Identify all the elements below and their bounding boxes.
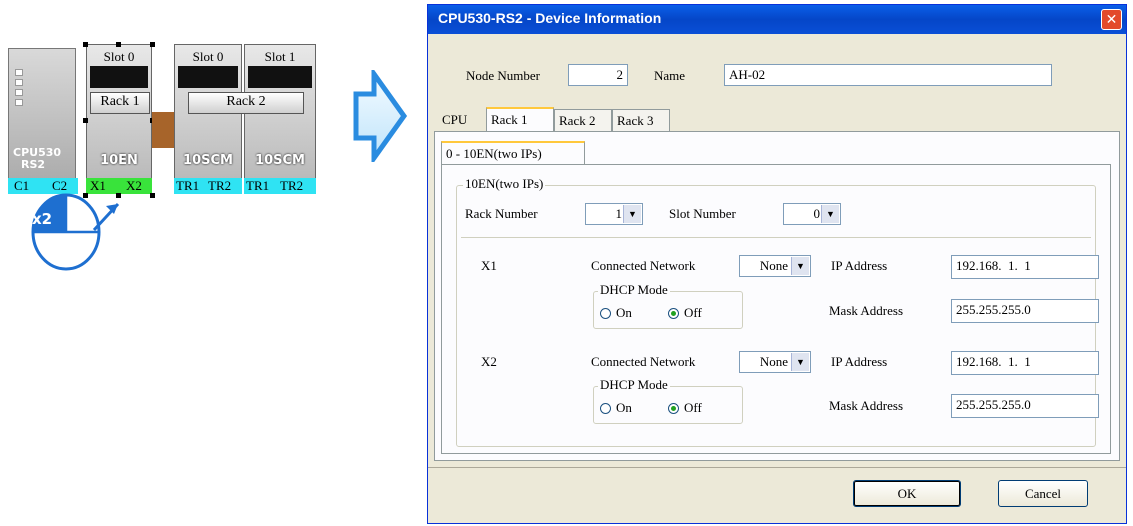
x2-mask-address-label: Mask Address	[829, 398, 904, 413]
x1-mask-address-label: Mask Address	[829, 303, 904, 318]
group-separator	[461, 237, 1091, 238]
selection-handle	[150, 193, 155, 198]
cpu-label-line2: RS2	[20, 158, 46, 171]
x2-ip-address-field[interactable]: 192.168. 1. 1	[951, 351, 1099, 375]
selection-handle	[83, 42, 88, 47]
dialog-title: CPU530-RS2 - Device Information	[438, 10, 662, 26]
x1-mask-address-field[interactable]: 255.255.255.0	[951, 299, 1099, 323]
slot-label: Slot 1	[264, 49, 296, 64]
selection-handle	[83, 118, 88, 123]
name-field[interactable]: AH-02	[724, 64, 1052, 86]
slot-label: Slot 0	[103, 49, 135, 64]
x1-dhcp-off-radio[interactable]	[668, 308, 679, 319]
module-panel: 10EN(two IPs) Rack Number 1 ▼ Slot Numbe…	[441, 164, 1111, 454]
port-x1-label: X1	[481, 258, 497, 273]
double-click-badge: x2	[32, 210, 53, 228]
x1-dhcp-mode-label: DHCP Mode	[598, 282, 670, 298]
module-name: 10SCM	[255, 153, 305, 168]
rack2-slot0-port-strip: TR1 TR2	[174, 178, 242, 194]
port-tr2: TR2	[208, 178, 232, 193]
device-information-dialog: CPU530-RS2 - Device Information ✕ Node N…	[427, 4, 1127, 524]
module-name: 10SCM	[183, 153, 233, 168]
rack-number-value: 1	[615, 206, 623, 221]
selection-handle	[116, 42, 121, 47]
close-icon: ✕	[1105, 12, 1118, 28]
x2-connected-network-value: None	[759, 354, 788, 369]
x2-dhcp-on-radio[interactable]	[600, 403, 611, 414]
x1-ip-address-field[interactable]: 192.168. 1. 1	[951, 255, 1099, 279]
chevron-down-icon[interactable]: ▼	[791, 353, 809, 371]
x1-dhcp-on-label: On	[616, 305, 632, 320]
node-number-label: Node Number	[466, 68, 541, 83]
slot-number-label: Slot Number	[669, 206, 736, 221]
subtab-10en[interactable]: 0 - 10EN(two IPs)	[441, 141, 585, 166]
footer-separator	[428, 467, 1126, 468]
x2-dhcp-mode-group: DHCP Mode On Off	[593, 377, 743, 424]
group-title: 10EN(two IPs)	[463, 176, 546, 192]
close-button[interactable]: ✕	[1101, 9, 1122, 30]
cpu-module-label: CPU530 RS2	[13, 147, 61, 171]
x2-connected-network-label: Connected Network	[591, 354, 696, 369]
rack-number-dropdown[interactable]: 1 ▼	[585, 203, 643, 225]
rack1-slot0-module[interactable]: Slot 0 10EN	[86, 44, 152, 194]
x1-connected-network-label: Connected Network	[591, 258, 696, 273]
slot-label: Slot 0	[192, 49, 224, 64]
port-x2-label: X2	[481, 354, 497, 369]
tab-rack2[interactable]: Rack 2	[554, 109, 612, 131]
x1-connected-network-value: None	[759, 258, 788, 273]
module-display	[178, 66, 238, 88]
cpu-led-indicators	[15, 69, 23, 109]
x2-dhcp-mode-label: DHCP Mode	[598, 377, 670, 393]
rack-panel: 0 - 10EN(two IPs) 10EN(two IPs) Rack Num…	[434, 131, 1120, 461]
chevron-down-icon[interactable]: ▼	[623, 205, 641, 223]
module-display	[248, 66, 312, 88]
slot-number-dropdown[interactable]: 0 ▼	[783, 203, 841, 225]
dialog-titlebar[interactable]: CPU530-RS2 - Device Information ✕	[428, 5, 1126, 34]
chevron-down-icon[interactable]: ▼	[791, 257, 809, 275]
x1-connected-network-dropdown[interactable]: None ▼	[739, 255, 811, 277]
tab-cpu[interactable]: CPU	[438, 109, 486, 131]
port-x2: X2	[126, 178, 142, 193]
selection-handle	[150, 42, 155, 47]
x1-dhcp-off-label: Off	[684, 305, 702, 320]
port-tr1: TR1	[176, 178, 200, 193]
x1-dhcp-on-radio[interactable]	[600, 308, 611, 319]
x2-ip-address-label: IP Address	[831, 354, 888, 369]
rack-connector	[152, 112, 174, 148]
module-group: 10EN(two IPs) Rack Number 1 ▼ Slot Numbe…	[456, 176, 1099, 447]
tab-rack1[interactable]: Rack 1	[486, 107, 554, 132]
x1-dhcp-mode-group: DHCP Mode On Off	[593, 282, 743, 329]
rack1-label: Rack 1	[90, 92, 150, 114]
rack2-label: Rack 2	[188, 92, 304, 114]
x2-dhcp-off-radio[interactable]	[668, 403, 679, 414]
rack-number-label: Rack Number	[465, 206, 538, 221]
x2-connected-network-dropdown[interactable]: None ▼	[739, 351, 811, 373]
slot-number-value: 0	[813, 206, 821, 221]
rack2-slot0-module[interactable]: Slot 0 10SCM	[174, 44, 242, 194]
x2-dhcp-off-label: Off	[684, 400, 702, 415]
rack2-slot1-module[interactable]: Slot 1 10SCM	[244, 44, 316, 194]
name-label: Name	[654, 68, 686, 83]
tab-rack3[interactable]: Rack 3	[612, 109, 670, 131]
ok-button[interactable]: OK	[853, 480, 961, 507]
chevron-down-icon[interactable]: ▼	[821, 205, 839, 223]
node-number-field[interactable]: 2	[568, 64, 628, 86]
x2-dhcp-on-label: On	[616, 400, 632, 415]
x2-mask-address-field[interactable]: 255.255.255.0	[951, 394, 1099, 418]
rack2-slot1-port-strip: TR1 TR2	[244, 178, 316, 194]
module-name: 10EN	[100, 153, 138, 168]
port-tr1: TR1	[246, 178, 270, 193]
module-display	[90, 66, 148, 88]
port-tr2: TR2	[280, 178, 304, 193]
right-arrow-icon	[353, 70, 408, 162]
mouse-double-click-icon	[31, 193, 120, 271]
x1-ip-address-label: IP Address	[831, 258, 888, 273]
cpu-module[interactable]: CPU530 RS2	[8, 48, 76, 192]
cancel-button[interactable]: Cancel	[998, 480, 1088, 507]
